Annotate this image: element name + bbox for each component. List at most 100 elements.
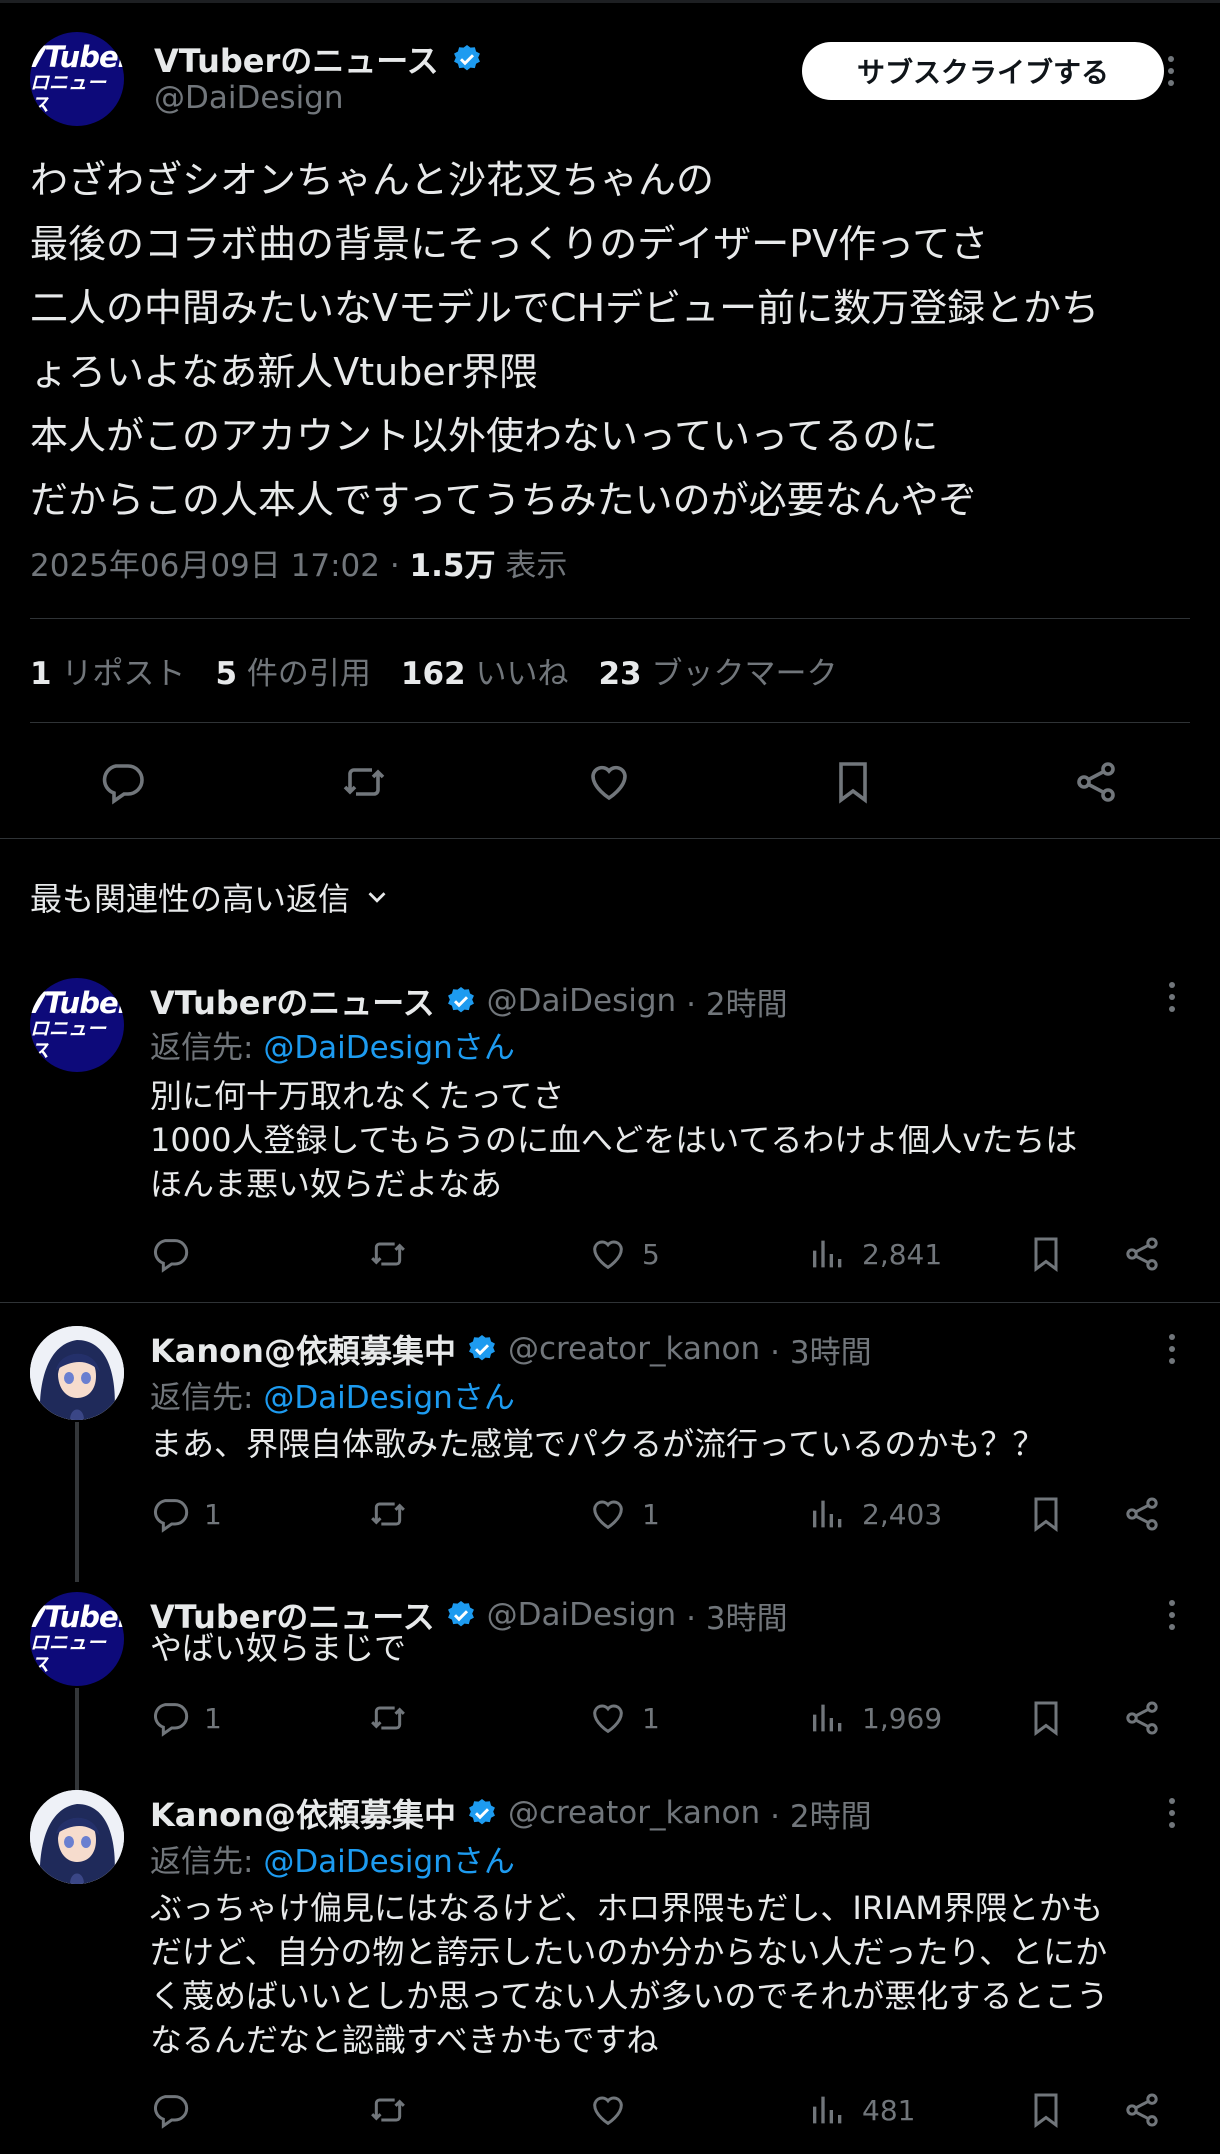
reply-avatar[interactable]: VTuber ロニュース bbox=[30, 978, 124, 1072]
share-action[interactable] bbox=[1122, 1234, 1162, 1274]
author-name-row[interactable]: VTuberのニュース bbox=[154, 36, 483, 82]
reply-header: Kanon@依頼募集中 @creator_kanon · 2時間 bbox=[150, 1790, 872, 1836]
likes-stat[interactable]: 162 いいね bbox=[401, 648, 569, 693]
author-handle[interactable]: @DaiDesign bbox=[154, 80, 344, 116]
reply-to: 返信先: @DaiDesignさん bbox=[150, 1844, 515, 1880]
share-action[interactable] bbox=[1122, 2090, 1162, 2130]
reply-icon bbox=[153, 1499, 189, 1533]
tweet-meta: 2025年06月09日 17:02 · 1.5万 表示 bbox=[30, 540, 567, 585]
more-icon[interactable] bbox=[1165, 56, 1177, 86]
reply-action[interactable] bbox=[150, 1234, 204, 1274]
like-action[interactable]: 5 bbox=[588, 1234, 660, 1274]
reply-header: VTuberのニュース @DaiDesign · 2時間 bbox=[150, 978, 788, 1024]
bookmark-action[interactable] bbox=[1026, 1698, 1066, 1738]
views-action[interactable]: 2,403 bbox=[808, 1494, 942, 1534]
reply-item[interactable]: VTuber ロニュース VTuberのニュース @DaiDesign · 2時… bbox=[0, 978, 1220, 1300]
views-icon bbox=[813, 2096, 842, 2124]
views-count: 1.5万 bbox=[409, 548, 496, 584]
repost-icon bbox=[371, 1502, 405, 1526]
sort-label: 最も関連性の高い返信 bbox=[30, 880, 351, 918]
avatar-text-line2: ロニュース bbox=[30, 1632, 107, 1676]
views-action[interactable]: 2,841 bbox=[808, 1234, 942, 1274]
divider bbox=[0, 1302, 1220, 1303]
reply-handle[interactable]: @creator_kanon bbox=[508, 1331, 760, 1367]
reply-item[interactable]: Kanon@依頼募集中 @creator_kanon · 2時間 返信先: @D… bbox=[0, 1790, 1220, 2152]
views-action[interactable]: 1,969 bbox=[808, 1698, 942, 1738]
reply-author-name[interactable]: VTuberのニュース bbox=[150, 978, 435, 1024]
timestamp[interactable]: 2025年06月09日 17:02 · bbox=[30, 548, 410, 584]
more-icon[interactable] bbox=[1166, 982, 1178, 1012]
reply-header: Kanon@依頼募集中 @creator_kanon · 3時間 bbox=[150, 1326, 872, 1372]
share-icon[interactable] bbox=[1072, 758, 1120, 806]
bookmark-icon bbox=[1034, 1237, 1058, 1272]
repost-action[interactable] bbox=[368, 2090, 422, 2130]
like-action[interactable] bbox=[588, 2090, 642, 2130]
share-action[interactable] bbox=[1122, 1698, 1162, 1738]
reply-time[interactable]: · 3時間 bbox=[770, 1327, 871, 1372]
bookmarks-stat[interactable]: 23 ブックマーク bbox=[598, 648, 837, 693]
verified-badge-icon bbox=[453, 45, 480, 71]
reply-handle[interactable]: @creator_kanon bbox=[508, 1795, 760, 1831]
bookmark-action[interactable] bbox=[1026, 1494, 1066, 1534]
reply-action[interactable] bbox=[150, 2090, 204, 2130]
reply-avatar[interactable] bbox=[30, 1790, 124, 1884]
repost-action[interactable] bbox=[368, 1698, 422, 1738]
reply-time[interactable]: · 2時間 bbox=[770, 1791, 871, 1836]
reply-to-link[interactable]: @DaiDesignさん bbox=[263, 1380, 515, 1416]
tweet-stats: 1 リポスト 5 件の引用 162 いいね 23 ブックマーク bbox=[30, 648, 837, 693]
more-icon[interactable] bbox=[1166, 1334, 1178, 1364]
reply-time[interactable]: · 2時間 bbox=[686, 979, 787, 1024]
chevron-down-icon bbox=[368, 892, 386, 903]
subscribe-button[interactable]: サブスクライブする bbox=[802, 42, 1164, 100]
bookmark-icon bbox=[1034, 2093, 1058, 2128]
verified-badge-icon bbox=[469, 1799, 495, 1825]
more-icon[interactable] bbox=[1166, 1798, 1178, 1828]
like-action[interactable]: 1 bbox=[588, 1494, 660, 1534]
share-action[interactable] bbox=[1122, 1494, 1162, 1534]
reply-handle[interactable]: @DaiDesign bbox=[487, 983, 677, 1019]
reply-text: まあ、界隈自体歌みた感覚でパクるが流行っているのかも？？ bbox=[150, 1425, 1045, 1463]
repost-icon[interactable] bbox=[340, 758, 388, 806]
reply-to-link[interactable]: @DaiDesignさん bbox=[263, 1030, 515, 1066]
bookmark-icon[interactable] bbox=[829, 758, 877, 806]
reply-author-name[interactable]: Kanon@依頼募集中 bbox=[150, 1326, 456, 1372]
reply-action[interactable]: 1 bbox=[150, 1698, 222, 1738]
reply-text: ぶっちゃけ偏見にはなるけど、ホロ界隈もだし、IRIAM界隈とかも だけど、自分の… bbox=[150, 1889, 1109, 2059]
bookmark-action[interactable] bbox=[1026, 1234, 1066, 1274]
like-icon[interactable] bbox=[585, 758, 633, 806]
reply-author-name[interactable]: Kanon@依頼募集中 bbox=[150, 1790, 456, 1836]
reply-avatar[interactable]: VTuber ロニュース bbox=[30, 1592, 124, 1686]
like-action[interactable]: 1 bbox=[588, 1698, 660, 1738]
share-icon bbox=[1126, 2093, 1158, 2127]
text-line: わざわざシオンちゃんと沙花叉ちゃんの bbox=[30, 158, 715, 202]
reply-to-link[interactable]: @DaiDesignさん bbox=[263, 1844, 515, 1880]
reply-to: 返信先: @DaiDesignさん bbox=[150, 1380, 515, 1416]
bookmark-icon bbox=[1034, 1701, 1058, 1736]
author-avatar[interactable]: VTuber ロニュース bbox=[30, 32, 124, 126]
views-icon bbox=[813, 1500, 842, 1528]
text-line: だからこの人本人ですってうちみたいのが必要なんやぞ bbox=[30, 478, 977, 522]
repost-action[interactable] bbox=[368, 1494, 422, 1534]
author-name[interactable]: VTuberのニュース bbox=[154, 36, 439, 82]
repost-action[interactable] bbox=[368, 1234, 422, 1274]
like-icon bbox=[593, 1500, 623, 1530]
views-action[interactable]: 481 bbox=[808, 2090, 915, 2130]
reply-icon[interactable] bbox=[98, 758, 146, 806]
share-icon bbox=[1126, 1237, 1158, 1271]
reposts-stat[interactable]: 1 リポスト bbox=[30, 648, 185, 693]
reply-sort-selector[interactable]: 最も関連性の高い返信 bbox=[30, 874, 392, 920]
reply-actions: 5 2,841 bbox=[150, 1234, 1180, 1278]
reply-item[interactable]: VTuber ロニュース VTuberのニュース @DaiDesign · 3時… bbox=[0, 1592, 1220, 1752]
reply-item[interactable]: Kanon@依頼募集中 @creator_kanon · 3時間 返信先: @D… bbox=[0, 1326, 1220, 1546]
avatar-text-line2: ロニュース bbox=[30, 72, 107, 116]
bookmark-action[interactable] bbox=[1026, 2090, 1066, 2130]
quotes-stat[interactable]: 5 件の引用 bbox=[215, 648, 370, 693]
views-label: 表示 bbox=[495, 548, 568, 584]
reply-actions: 481 bbox=[150, 2090, 1180, 2134]
reply-avatar[interactable] bbox=[30, 1326, 124, 1420]
views-icon bbox=[813, 1240, 842, 1268]
like-icon bbox=[593, 1240, 623, 1270]
reply-action[interactable]: 1 bbox=[150, 1494, 222, 1534]
avatar-illustration-icon bbox=[30, 1790, 124, 1884]
text-line: 本人がこのアカウント以外使わないっていってるのに bbox=[30, 414, 939, 458]
